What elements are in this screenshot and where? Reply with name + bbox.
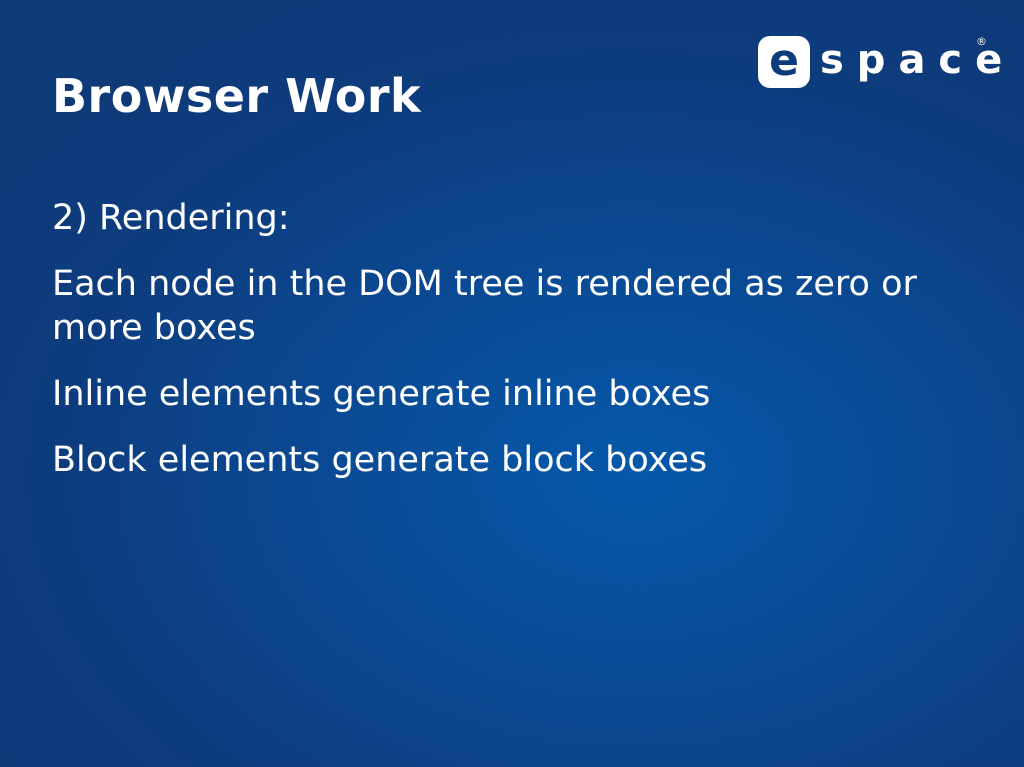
body-paragraph: Each node in the DOM tree is rendered as… bbox=[52, 264, 917, 348]
slide-title: Browser Work bbox=[52, 69, 422, 123]
registered-mark: ® bbox=[976, 35, 987, 48]
espace-logo: e space ® bbox=[758, 35, 1002, 88]
slide: Browser Work e space ® 2) Rendering: Eac… bbox=[0, 0, 1024, 767]
body-paragraph: Block elements generate block boxes bbox=[52, 440, 708, 480]
slide-body: 2) Rendering: Each node in the DOM tree … bbox=[52, 196, 982, 504]
body-paragraph: Inline elements generate inline boxes bbox=[52, 374, 711, 414]
body-paragraph-heading: 2) Rendering: bbox=[52, 198, 290, 238]
logo-e-badge: e bbox=[758, 36, 810, 88]
logo-e-letter: e bbox=[769, 35, 799, 86]
